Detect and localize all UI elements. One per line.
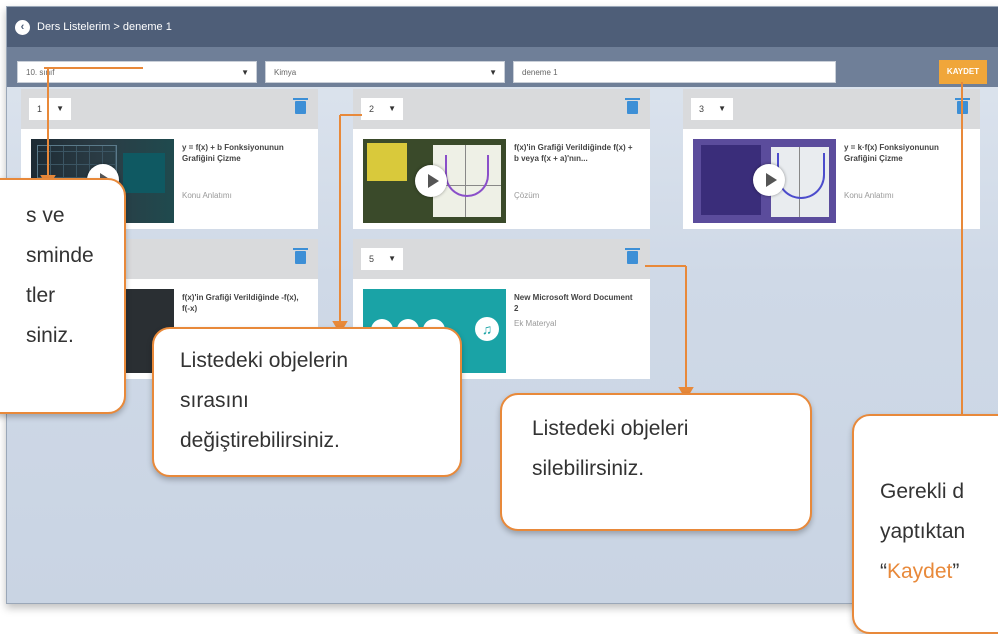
open-quote: “ — [880, 560, 887, 583]
close-quote: ” — [952, 560, 960, 583]
callout-line: tler — [26, 284, 56, 307]
callout-line: sırasını — [180, 389, 249, 412]
kaydet-word: Kaydet — [887, 560, 953, 583]
callout-line: yaptıktan — [880, 520, 966, 543]
callout-line: değiştirebilirsiniz. — [180, 429, 340, 452]
callout-line: Gerekli d — [880, 480, 965, 503]
callout-line: silebilirsiniz. — [532, 457, 645, 480]
callout-line: siniz. — [26, 324, 74, 347]
callout-line: Listedeki objeleri — [532, 417, 689, 440]
callout-line: sminde — [26, 244, 94, 267]
callout-filter-hint: s ve sminde tler siniz. — [0, 178, 126, 414]
callout-line: Listedeki objelerin — [180, 349, 349, 372]
callout-line: s ve — [26, 204, 65, 227]
callout-delete-hint: Listedeki objeleri silebilirsiniz. — [500, 393, 812, 531]
annotation-lines — [40, 67, 970, 460]
callout-line: “Kaydet” — [880, 552, 998, 592]
callout-reorder-hint: Listedeki objelerin sırasını değiştirebi… — [152, 327, 462, 477]
callout-save-hint: Gerekli d yaptıktan “Kaydet” — [852, 414, 998, 634]
